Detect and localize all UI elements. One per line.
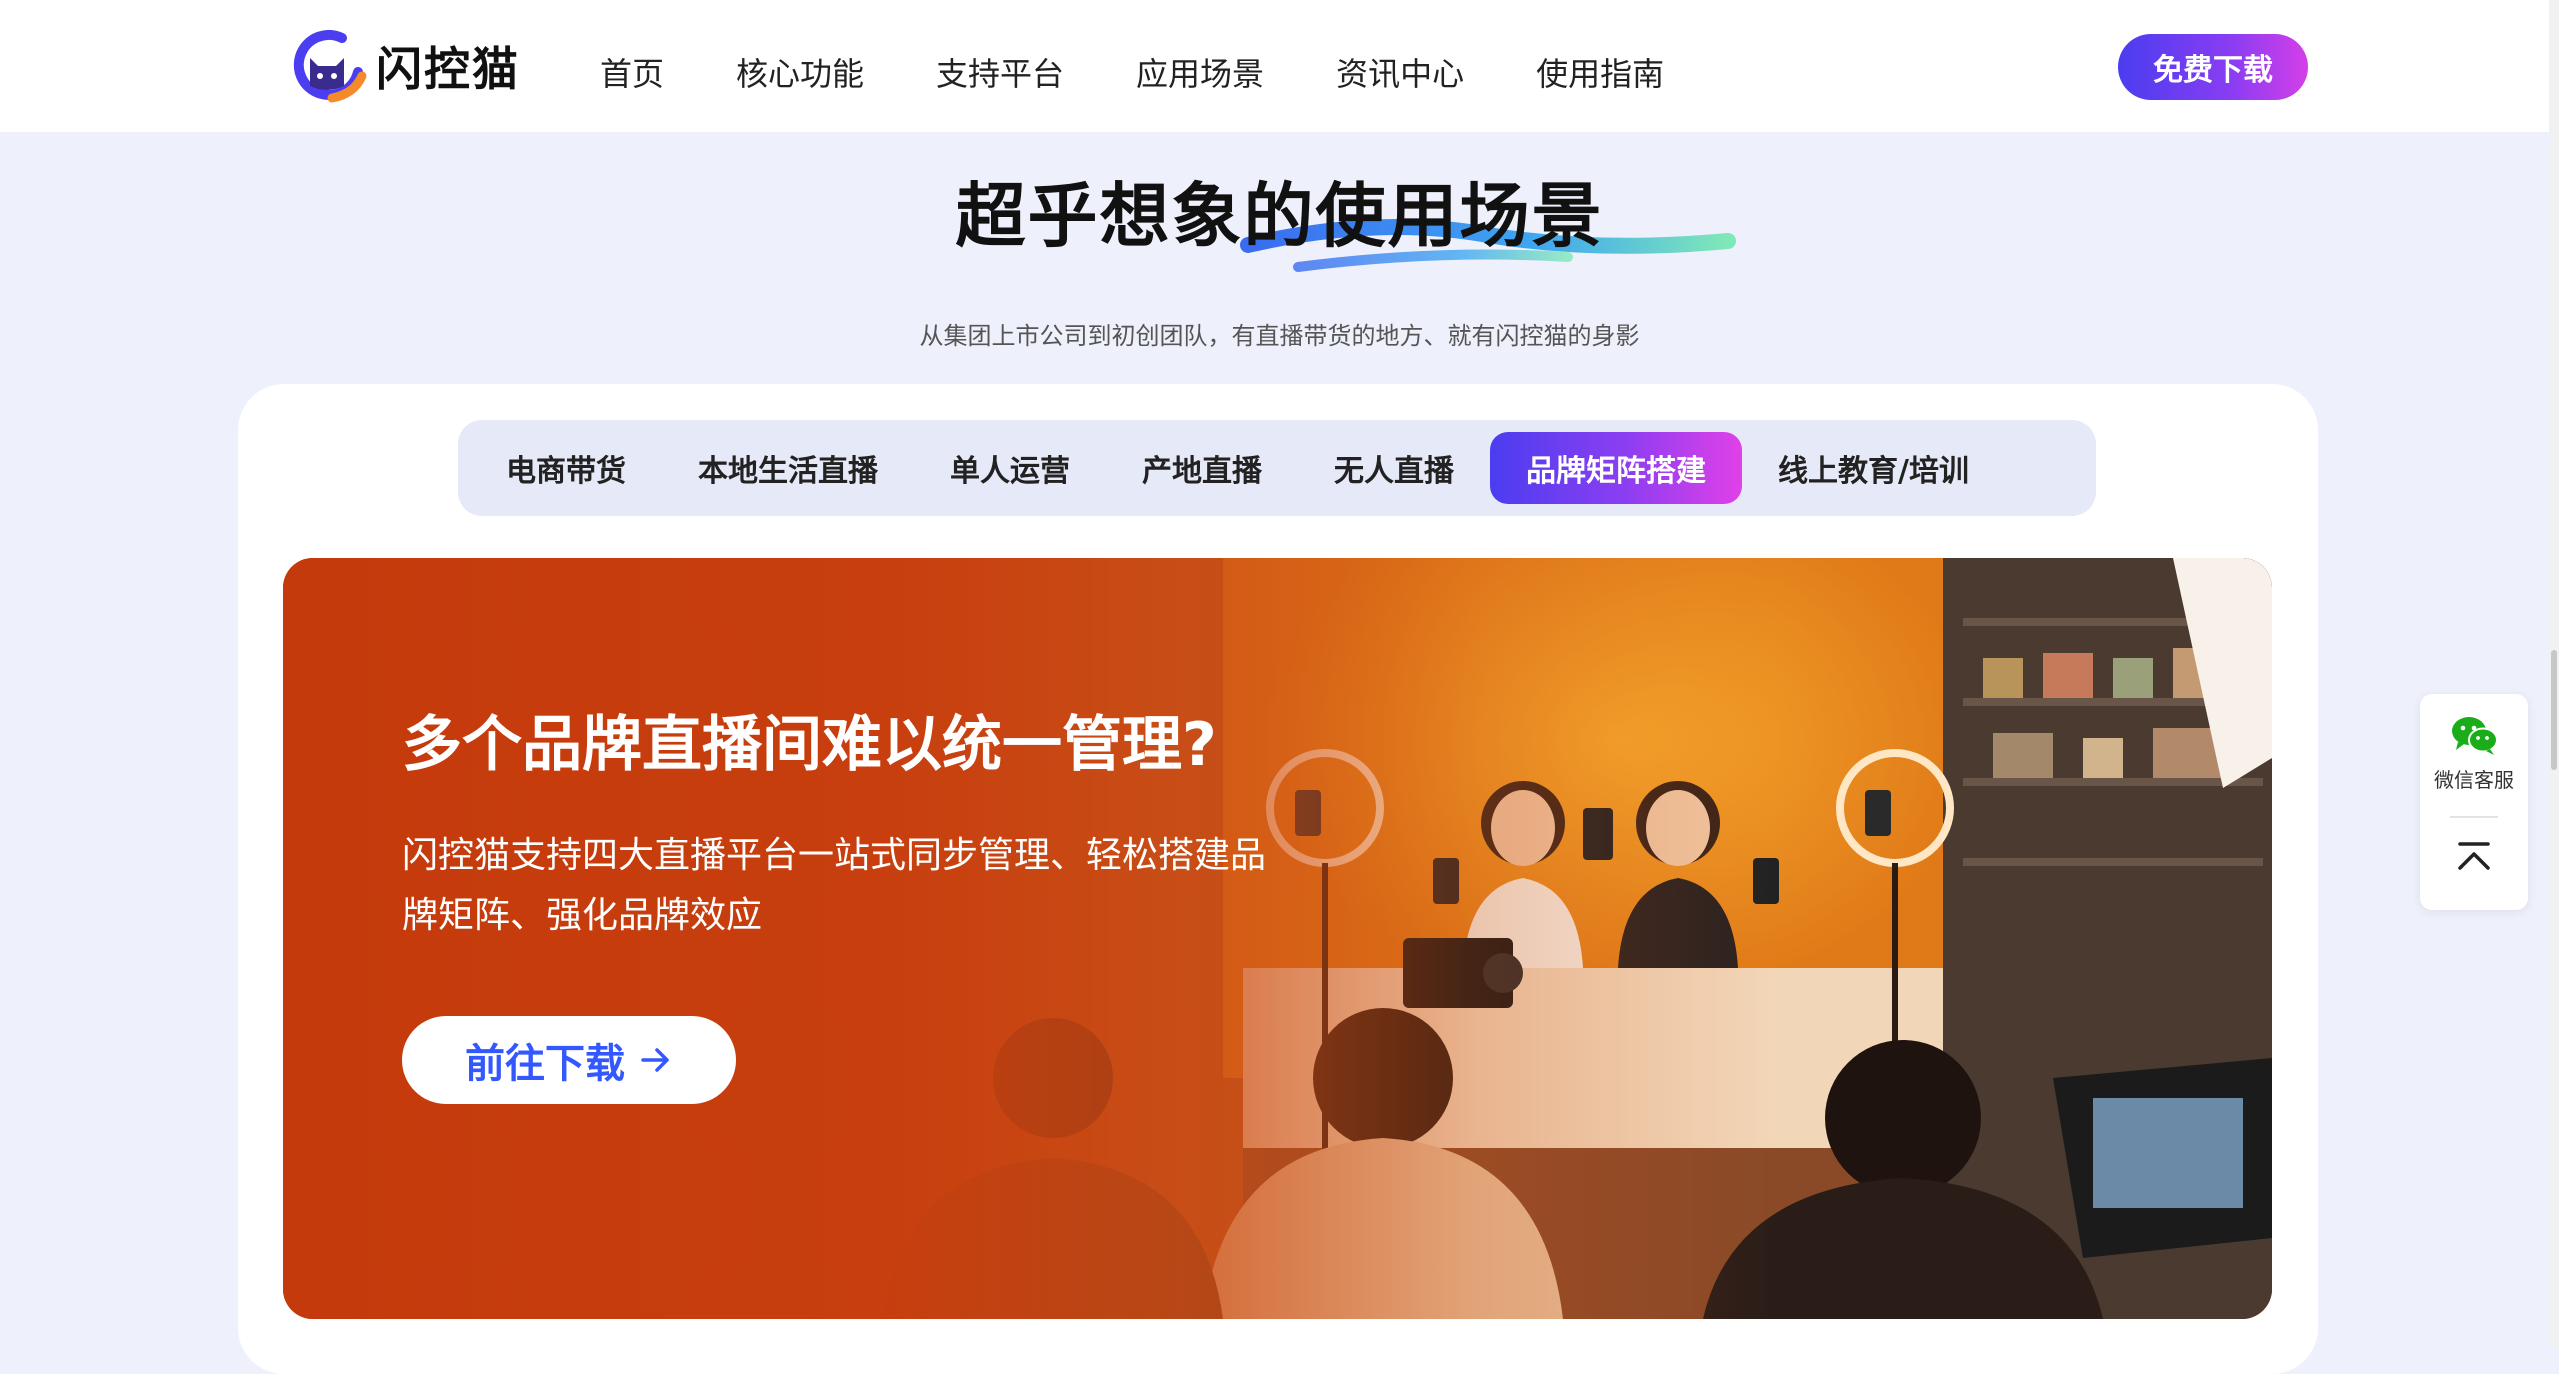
section-title: 超乎想象的使用场景	[955, 175, 1604, 257]
main-nav: 首页 核心功能 支持平台 应用场景 资讯中心 使用指南	[600, 50, 1736, 98]
nav-item-features[interactable]: 核心功能	[736, 50, 864, 98]
float-divider	[2450, 816, 2498, 818]
scenario-banner: 多个品牌直播间难以统一管理? 闪控猫支持四大直播平台一站式同步管理、轻松搭建品牌…	[283, 558, 2272, 1319]
tab-unmanned-live[interactable]: 无人直播	[1298, 432, 1490, 504]
wechat-icon	[2452, 717, 2498, 755]
tab-local-life[interactable]: 本地生活直播	[662, 432, 914, 504]
tab-origin-live[interactable]: 产地直播	[1106, 432, 1298, 504]
scrollbar-thumb[interactable]	[2551, 650, 2557, 770]
nav-item-news[interactable]: 资讯中心	[1336, 50, 1464, 98]
scenario-tabs: 电商带货 本地生活直播 单人运营 产地直播 无人直播 品牌矩阵搭建 线上教育/培…	[458, 420, 2096, 516]
tab-brand-matrix[interactable]: 品牌矩阵搭建	[1490, 432, 1742, 504]
nav-item-scenarios[interactable]: 应用场景	[1136, 50, 1264, 98]
banner-description: 闪控猫支持四大直播平台一站式同步管理、轻松搭建品牌矩阵、强化品牌效应	[402, 835, 1267, 936]
nav-item-guide[interactable]: 使用指南	[1536, 50, 1664, 98]
wechat-support-button[interactable]: 微信客服	[2420, 714, 2528, 793]
tab-ecommerce[interactable]: 电商带货	[470, 432, 662, 504]
top-header: 闪控猫 首页 核心功能 支持平台 应用场景 资讯中心 使用指南 免费下载	[0, 0, 2559, 132]
go-download-button[interactable]: 前往下载	[402, 1016, 736, 1104]
wechat-support-label: 微信客服	[2434, 768, 2514, 792]
logo-cat-icon	[293, 29, 367, 103]
floating-support-panel: 微信客服	[2420, 694, 2528, 910]
nav-item-home[interactable]: 首页	[600, 50, 664, 98]
section-subtitle: 从集团上市公司到初创团队，有直播带货的地方、就有闪控猫的身影	[919, 322, 1640, 350]
nav-item-platforms[interactable]: 支持平台	[936, 50, 1064, 98]
tab-solo-ops[interactable]: 单人运营	[914, 432, 1106, 504]
free-download-button[interactable]: 免费下载	[2118, 34, 2308, 100]
arrow-right-icon	[641, 1048, 669, 1072]
tab-online-education[interactable]: 线上教育/培训	[1742, 432, 2005, 504]
back-to-top-icon[interactable]	[2450, 834, 2498, 882]
go-download-label: 前往下载	[465, 1041, 625, 1087]
logo-text: 闪控猫	[376, 42, 520, 96]
logo[interactable]: 闪控猫	[292, 28, 520, 104]
banner-headline: 多个品牌直播间难以统一管理?	[402, 710, 1217, 780]
